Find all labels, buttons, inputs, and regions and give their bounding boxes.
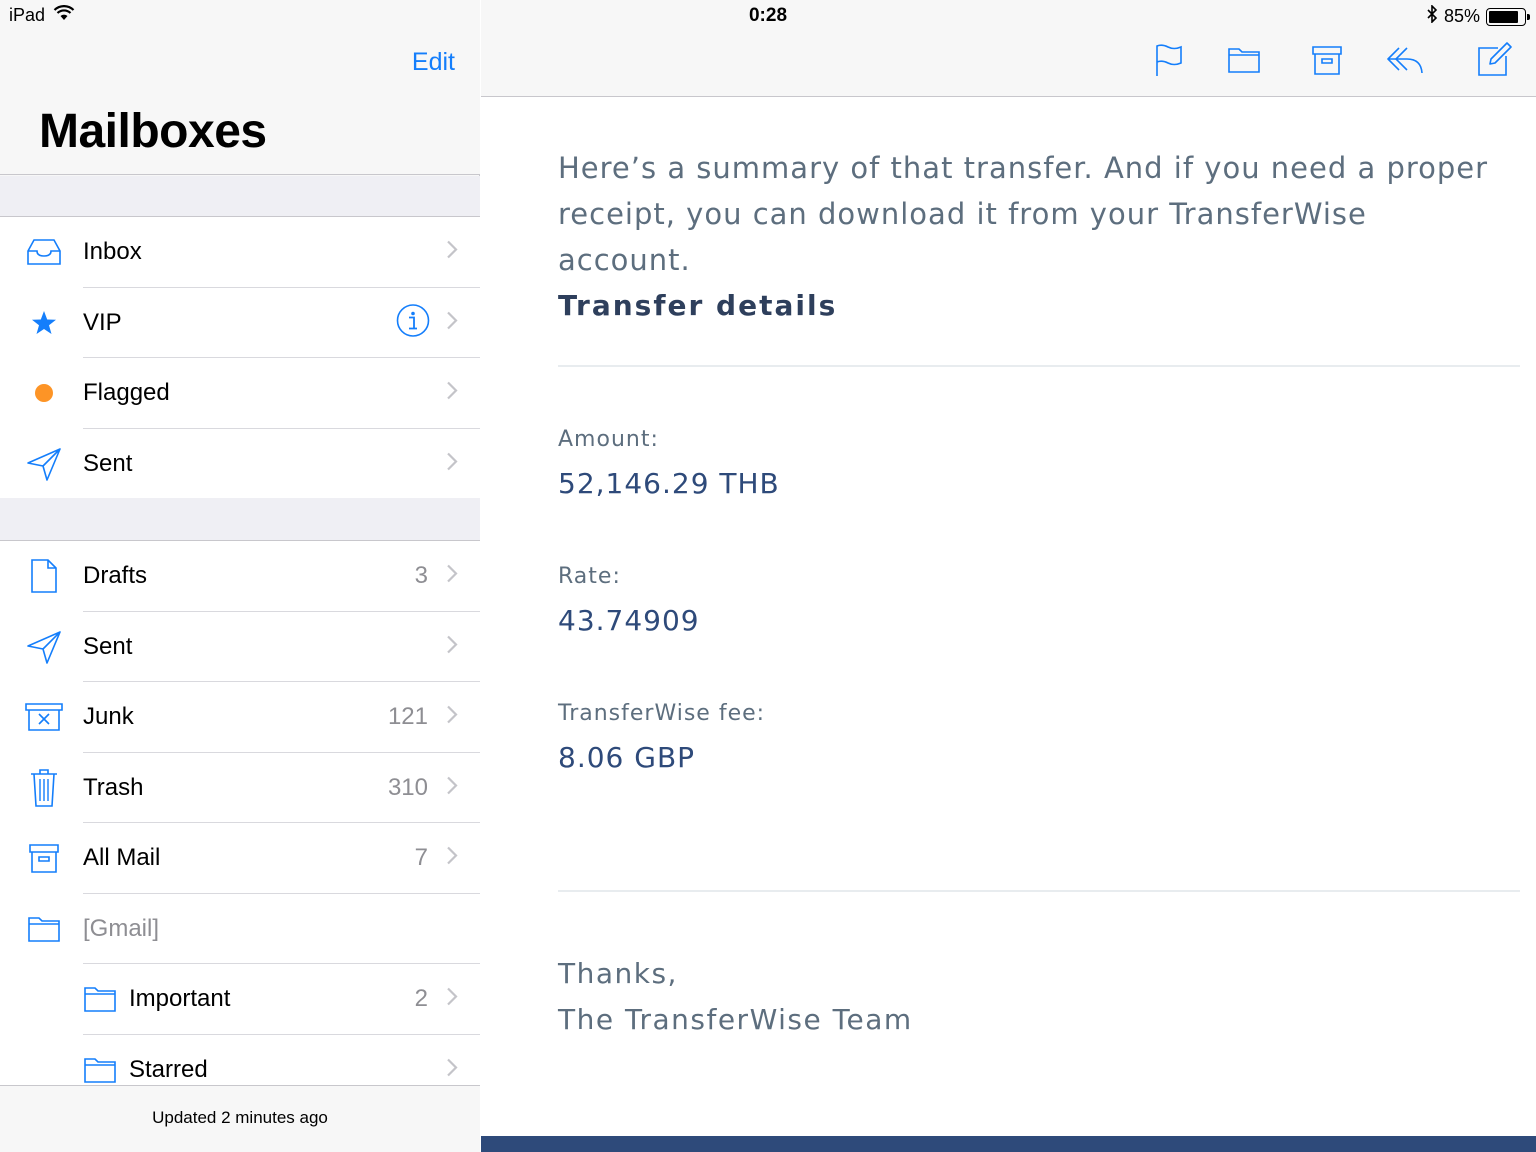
orange-dot-icon	[24, 373, 64, 413]
info-icon[interactable]	[396, 303, 430, 342]
mailbox-label: Trash	[83, 773, 144, 801]
signoff-thanks: Thanks,	[558, 957, 678, 990]
mailbox-label: Inbox	[83, 238, 142, 266]
battery-level	[1489, 10, 1518, 23]
fee-value: 8.06 GBP	[558, 741, 696, 774]
folder-icon	[1227, 46, 1261, 79]
mailbox-junk[interactable]: Junk 121	[0, 682, 480, 753]
page-title: Mailboxes	[39, 105, 267, 158]
folder-icon	[80, 1050, 120, 1085]
archive-icon	[1311, 44, 1343, 81]
rate-value: 43.74909	[558, 604, 700, 637]
mailbox-label: Important	[129, 985, 231, 1013]
mailbox-label: Sent	[83, 632, 133, 660]
battery-percent: 85%	[1443, 6, 1480, 26]
mailbox-starred[interactable]: Starred	[0, 1035, 480, 1086]
mailbox-sent-favorite[interactable]: Sent	[0, 429, 480, 500]
mailbox-label: All Mail	[83, 844, 161, 872]
flag-button[interactable]	[1149, 43, 1189, 82]
section-gap	[0, 176, 480, 216]
mailbox-all-mail[interactable]: All Mail 7	[0, 823, 480, 894]
archive-button[interactable]	[1307, 44, 1347, 80]
mailbox-label: Junk	[83, 703, 134, 731]
divider	[558, 890, 1520, 892]
mailbox-sent[interactable]: Sent	[0, 612, 480, 682]
unread-count: 2	[414, 985, 428, 1013]
reply-button[interactable]	[1385, 44, 1425, 80]
chevron-right-icon	[446, 240, 458, 265]
paper-plane-icon	[24, 444, 64, 484]
mailbox-label: [Gmail]	[83, 914, 160, 942]
compose-button[interactable]	[1474, 41, 1514, 83]
mailbox-label: Drafts	[83, 562, 148, 590]
section-gap	[0, 498, 480, 540]
mailboxes-sidebar: Edit Mailboxes Inbox VIP Flagged Sent Dr…	[0, 0, 480, 1152]
signoff-team: The TransferWise Team	[558, 1003, 913, 1036]
mailbox-inbox[interactable]: Inbox	[0, 217, 480, 288]
battery-icon	[1486, 7, 1530, 26]
star-icon	[24, 303, 64, 343]
mailbox-label: Sent	[83, 449, 133, 477]
move-to-folder-button[interactable]	[1224, 44, 1264, 80]
chevron-right-icon	[446, 634, 458, 659]
amount-value: 52,146.29 THB	[558, 467, 780, 500]
flag-icon	[1154, 43, 1184, 82]
update-status: Updated 2 minutes ago	[0, 1085, 480, 1152]
chevron-right-icon	[446, 705, 458, 730]
transfer-details-heading: Transfer details	[558, 289, 838, 322]
chevron-right-icon	[446, 381, 458, 406]
trash-icon	[24, 768, 64, 808]
account-mailboxes-list: Drafts 3 Sent Junk 121 Trash 310 All Mai…	[0, 540, 480, 1085]
email-footer-bar	[481, 1136, 1536, 1152]
status-bar: iPad 0:28 85%	[0, 0, 1536, 32]
reply-icon	[1385, 45, 1425, 80]
paper-plane-icon	[24, 627, 64, 667]
amount-label: Amount:	[558, 427, 659, 452]
mailbox-trash[interactable]: Trash 310	[0, 753, 480, 823]
chevron-right-icon	[446, 775, 458, 800]
unread-count: 310	[387, 773, 428, 801]
document-icon	[24, 556, 64, 596]
unread-count: 7	[414, 844, 428, 872]
folder-icon	[24, 909, 64, 949]
mailbox-important[interactable]: Important 2	[0, 964, 480, 1035]
chevron-right-icon	[446, 987, 458, 1012]
chevron-right-icon	[446, 451, 458, 476]
mailbox-flagged[interactable]: Flagged	[0, 358, 480, 429]
rate-label: Rate:	[558, 564, 621, 589]
fee-label: TransferWise fee:	[558, 701, 766, 726]
inbox-icon	[24, 232, 64, 272]
mailbox-vip[interactable]: VIP	[0, 288, 480, 358]
unread-count: 3	[414, 562, 428, 590]
clock: 0:28	[748, 5, 788, 26]
mailbox-label: VIP	[83, 308, 122, 336]
message-pane: Here’s a summary of that transfer. And i…	[481, 0, 1536, 1152]
chevron-right-icon	[446, 1057, 458, 1082]
favorites-list: Inbox VIP Flagged Sent	[0, 216, 480, 500]
folder-icon	[80, 979, 120, 1019]
edit-button[interactable]: Edit	[412, 48, 455, 77]
chevron-right-icon	[446, 564, 458, 589]
archive-box-icon	[24, 838, 64, 878]
bluetooth-icon	[1426, 4, 1438, 28]
email-intro: Here’s a summary of that transfer. And i…	[558, 151, 1489, 277]
mailbox-gmail-folder[interactable]: [Gmail]	[0, 894, 480, 964]
chevron-right-icon	[446, 310, 458, 335]
junk-box-icon	[24, 697, 64, 737]
mailbox-label: Starred	[129, 1055, 208, 1083]
unread-count: 121	[387, 703, 428, 731]
mailbox-drafts[interactable]: Drafts 3	[0, 541, 480, 612]
mailbox-label: Flagged	[83, 379, 170, 407]
chevron-right-icon	[446, 846, 458, 871]
divider	[558, 365, 1520, 367]
compose-icon	[1476, 41, 1512, 83]
